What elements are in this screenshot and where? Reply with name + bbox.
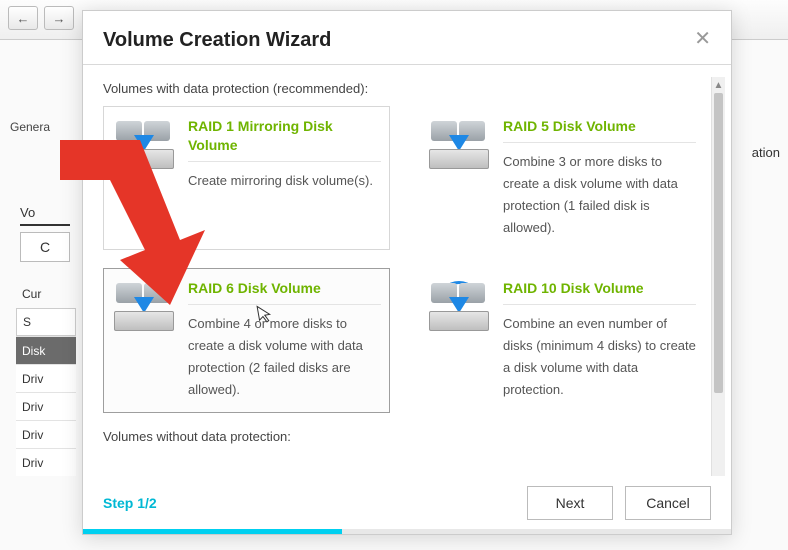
cancel-button[interactable]: Cancel <box>625 486 711 520</box>
option-title: RAID 1 Mirroring Disk Volume <box>188 117 381 162</box>
option-raid5[interactable]: RAID 5 Disk Volume Combine 3 or more dis… <box>418 106 705 250</box>
progress-bar <box>83 529 731 534</box>
progress-fill <box>83 529 342 534</box>
option-raid1[interactable]: RAID 1 Mirroring Disk Volume Create mirr… <box>103 106 390 250</box>
sidebar-item-drive[interactable]: Driv <box>16 364 76 392</box>
scroll-thumb[interactable] <box>714 93 723 393</box>
background-right-label: ation <box>752 145 780 160</box>
sidebar-item-disk[interactable]: Disk <box>16 336 76 364</box>
raid-options-grid: RAID 1 Mirroring Disk Volume Create mirr… <box>103 106 705 413</box>
modal-footer: Step 1/2 Next Cancel <box>83 476 731 534</box>
option-title: RAID 6 Disk Volume <box>188 279 381 305</box>
sidebar-item-drive[interactable]: Driv <box>16 448 76 476</box>
option-desc: Create mirroring disk volume(s). <box>188 170 381 192</box>
volume-creation-wizard-modal: Volume Creation Wizard ✕ Volumes with da… <box>82 10 732 535</box>
option-raid10[interactable]: RAID 10 Disk Volume Combine an even numb… <box>418 268 705 412</box>
scrollbar[interactable]: ▲ <box>711 77 725 476</box>
option-desc: Combine 3 or more disks to create a disk… <box>503 151 696 239</box>
option-title: RAID 10 Disk Volume <box>503 279 696 305</box>
close-icon[interactable]: ✕ <box>694 29 711 49</box>
forward-button[interactable]: → <box>44 6 74 30</box>
background-sidebar: Cur S Disk Driv Driv Driv Driv <box>16 280 76 476</box>
step-indicator: Step 1/2 <box>103 495 157 511</box>
back-button[interactable]: ← <box>8 6 38 30</box>
sidebar-select[interactable]: S <box>16 308 76 336</box>
background-left-label: Genera <box>10 120 75 134</box>
sidebar-label-current: Cur <box>16 280 76 308</box>
background-create-button[interactable]: C <box>20 232 70 262</box>
modal-title: Volume Creation Wizard <box>103 29 331 52</box>
raid-disk-icon <box>427 117 491 171</box>
section-protected-label: Volumes with data protection (recommende… <box>103 81 705 96</box>
option-desc: Combine 4 or more disks to create a disk… <box>188 313 381 401</box>
background-tab[interactable]: Vo <box>20 205 70 226</box>
option-raid6[interactable]: RAID 6 Disk Volume Combine 4 or more dis… <box>103 268 390 412</box>
next-button[interactable]: Next <box>527 486 613 520</box>
raid-disk-icon <box>112 117 176 171</box>
sidebar-item-drive[interactable]: Driv <box>16 392 76 420</box>
sidebar-item-drive[interactable]: Driv <box>16 420 76 448</box>
raid-disk-icon <box>112 279 176 333</box>
modal-header: Volume Creation Wizard ✕ <box>83 11 731 65</box>
raid-disk-icon <box>427 279 491 333</box>
section-unprotected-label: Volumes without data protection: <box>103 429 705 444</box>
scroll-up-icon[interactable]: ▲ <box>712 77 725 93</box>
option-desc: Combine an even number of disks (minimum… <box>503 313 696 401</box>
modal-body: Volumes with data protection (recommende… <box>83 65 731 476</box>
option-title: RAID 5 Disk Volume <box>503 117 696 143</box>
